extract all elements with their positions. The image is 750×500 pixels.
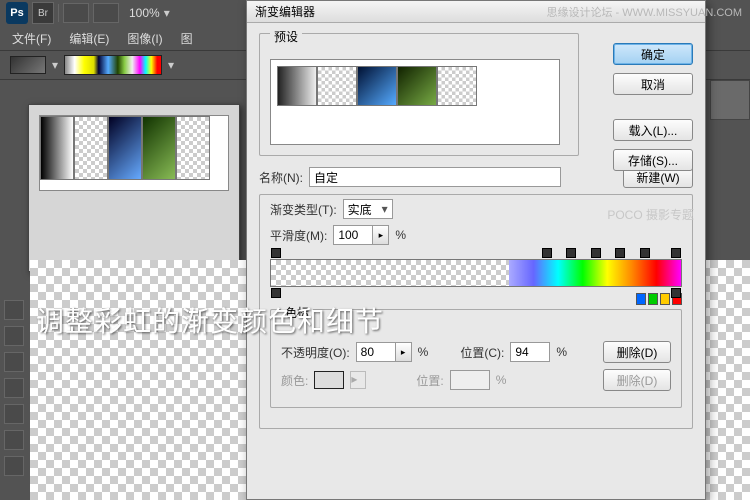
type-combo[interactable]: 实底 [343, 199, 393, 219]
stepper-icon: ▸ [350, 371, 366, 389]
toolbar-button[interactable] [93, 3, 119, 23]
gradient-preview[interactable] [64, 55, 162, 75]
opacity-stop[interactable] [542, 248, 552, 258]
delete-button[interactable]: 删除(D) [603, 341, 671, 363]
preset-thumb[interactable] [142, 116, 176, 180]
tool[interactable] [4, 300, 24, 320]
save-button[interactable]: 存储(S)... [613, 149, 693, 171]
smooth-input[interactable] [333, 225, 373, 245]
position-input[interactable] [510, 342, 550, 362]
position2-input [450, 370, 490, 390]
color-chip[interactable] [660, 293, 670, 305]
color-stop[interactable] [671, 288, 681, 298]
opacity-input[interactable] [356, 342, 396, 362]
opacity-stop[interactable] [640, 248, 650, 258]
menu-file[interactable]: 文件(F) [12, 30, 51, 47]
preset-thumb[interactable] [317, 66, 357, 106]
opacity-stop[interactable] [615, 248, 625, 258]
delete2-button: 删除(D) [603, 369, 671, 391]
name-input[interactable] [309, 167, 561, 187]
menu-image[interactable]: 图像(I) [127, 30, 162, 47]
gradient-editor-dialog: 渐变编辑器 确定 取消 载入(L)... 存储(S)... 预设 名称(N): … [246, 0, 706, 500]
preset-thumb[interactable] [108, 116, 142, 180]
color-swatch [314, 371, 344, 389]
tool[interactable] [4, 352, 24, 372]
stepper-icon[interactable]: ▸ [396, 342, 412, 362]
preset-thumb[interactable] [40, 116, 74, 180]
annotation-text: 调整彩虹的渐变颜色和细节 [36, 300, 384, 340]
preset-thumb[interactable] [357, 66, 397, 106]
position-label: 位置(C): [460, 344, 504, 361]
bridge-icon[interactable]: Br [32, 2, 54, 24]
tool[interactable] [4, 430, 24, 450]
tool-swatch[interactable] [10, 56, 46, 74]
presets-label: 预设 [270, 28, 302, 45]
panel-tab[interactable] [710, 80, 750, 120]
zoom-level[interactable]: 100% [129, 6, 160, 20]
tool[interactable] [4, 378, 24, 398]
stepper-icon[interactable]: ▸ [373, 225, 389, 245]
tool-palette [4, 300, 26, 476]
menu-more[interactable]: 图 [181, 30, 193, 47]
watermark: 思缘设计论坛 - WWW.MISSYUAN.COM [546, 4, 742, 20]
photoshop-icon: Ps [6, 2, 28, 24]
color-label: 颜色: [281, 372, 308, 389]
preset-thumb[interactable] [176, 116, 210, 180]
color-stop[interactable] [271, 288, 281, 298]
preset-thumb[interactable] [437, 66, 477, 106]
ok-button[interactable]: 确定 [613, 43, 693, 65]
menu-edit[interactable]: 编辑(E) [69, 30, 109, 47]
opacity-stop[interactable] [566, 248, 576, 258]
tool[interactable] [4, 456, 24, 476]
opacity-stop[interactable] [591, 248, 601, 258]
color-chip[interactable] [636, 293, 646, 305]
tool[interactable] [4, 404, 24, 424]
type-label: 渐变类型(T): [270, 201, 337, 218]
load-button[interactable]: 载入(L)... [613, 119, 693, 141]
tool[interactable] [4, 326, 24, 346]
opacity-stop[interactable] [271, 248, 281, 258]
cancel-button[interactable]: 取消 [613, 73, 693, 95]
preset-thumb[interactable] [397, 66, 437, 106]
gradient-preset-popup [28, 104, 240, 272]
opacity-stop[interactable] [671, 248, 681, 258]
preset-list[interactable] [270, 59, 560, 145]
watermark: POCO 摄影专题 [607, 206, 694, 223]
smooth-label: 平滑度(M): [270, 227, 327, 244]
preset-thumb[interactable] [74, 116, 108, 180]
name-label: 名称(N): [259, 169, 303, 186]
opacity-label: 不透明度(O): [281, 344, 350, 361]
preset-thumb[interactable] [277, 66, 317, 106]
color-chip[interactable] [648, 293, 658, 305]
position2-label: 位置: [416, 372, 443, 389]
gradient-bar[interactable] [270, 259, 682, 287]
toolbar-button[interactable] [63, 3, 89, 23]
